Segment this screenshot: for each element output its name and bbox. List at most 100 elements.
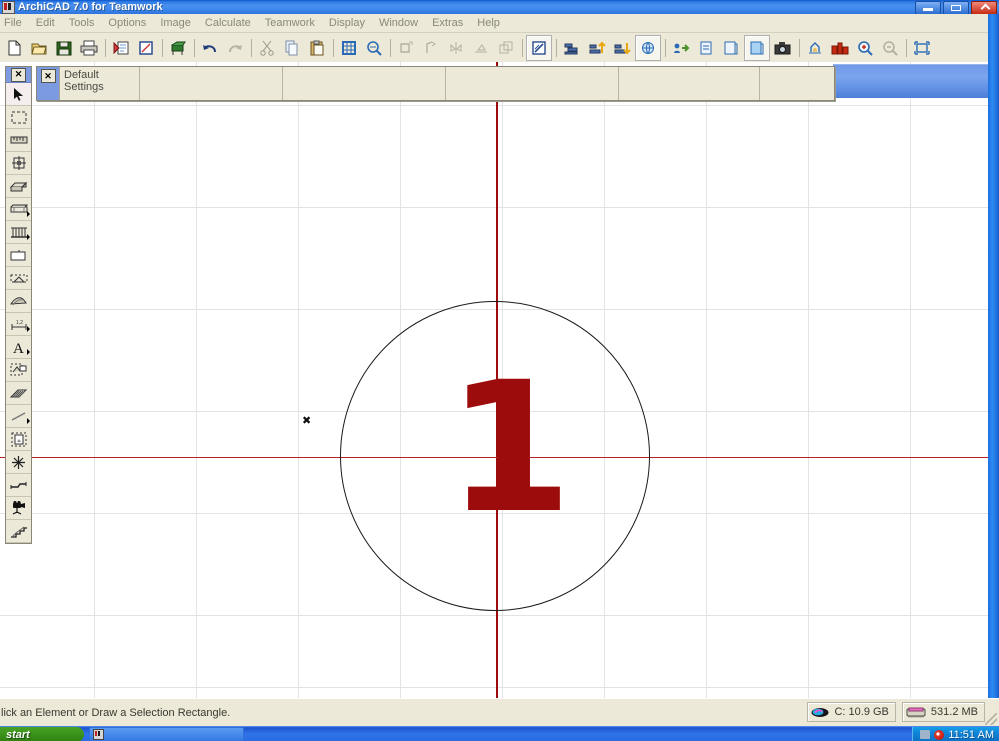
menu-window[interactable]: Window: [372, 16, 425, 30]
tool-fill[interactable]: [6, 382, 31, 405]
toolbar-separator: [191, 38, 198, 58]
camera-icon[interactable]: [771, 36, 795, 60]
tool-beam[interactable]: [6, 198, 31, 221]
tool-mesh[interactable]: [6, 290, 31, 313]
elevate-icon[interactable]: [469, 36, 493, 60]
tool-roof[interactable]: [6, 267, 31, 290]
tool-line[interactable]: [6, 405, 31, 428]
redo-icon[interactable]: [223, 36, 247, 60]
infobox-close-button[interactable]: ✕: [40, 69, 56, 83]
infobox-field-1[interactable]: [140, 67, 283, 100]
info-box-palette: ✕ Default Settings: [36, 66, 835, 101]
tool-marquee[interactable]: [6, 106, 31, 129]
tool-slab[interactable]: [6, 244, 31, 267]
minimize-button[interactable]: [915, 1, 941, 15]
toolbox-close-button[interactable]: ✕: [11, 67, 26, 82]
tool-text[interactable]: A: [6, 336, 31, 359]
menu-file[interactable]: File: [0, 16, 29, 30]
ghost-story-icon[interactable]: [803, 36, 827, 60]
fit-window-icon[interactable]: [910, 36, 934, 60]
edit-mode-icon[interactable]: [526, 34, 552, 61]
grid-line-vertical: [706, 62, 707, 698]
mirror-icon[interactable]: [444, 36, 468, 60]
menu-teamwork[interactable]: Teamwork: [258, 16, 322, 30]
tool-stair[interactable]: [6, 520, 31, 543]
paste-icon[interactable]: [305, 36, 329, 60]
tool-flyout-arrow[interactable]: [27, 349, 30, 355]
story-down-icon[interactable]: [610, 36, 634, 60]
zoom-out-icon[interactable]: [878, 36, 902, 60]
taskbar-clock[interactable]: 11:51 AM: [948, 729, 994, 741]
print-icon[interactable]: [77, 36, 101, 60]
tool-column[interactable]: [6, 221, 31, 244]
new-file-icon[interactable]: [2, 36, 26, 60]
menu-extras[interactable]: Extras: [425, 16, 470, 30]
menu-edit[interactable]: Edit: [29, 16, 62, 30]
plot-setup-icon[interactable]: [166, 36, 190, 60]
menu-display[interactable]: Display: [322, 16, 372, 30]
grid-line-horizontal: [0, 687, 988, 688]
grid-snap-icon[interactable]: [337, 36, 361, 60]
maximize-button[interactable]: [943, 1, 969, 15]
menu-bar: File Edit Tools Options Image Calculate …: [0, 14, 999, 33]
save-file-icon[interactable]: [52, 36, 76, 60]
tool-camera[interactable]: [6, 497, 31, 520]
tool-flyout-arrow[interactable]: [27, 326, 30, 332]
rotate-icon[interactable]: [419, 36, 443, 60]
taskbar-item-archicad[interactable]: [89, 727, 244, 741]
close-button[interactable]: [971, 1, 997, 15]
infobox-field-3[interactable]: [446, 67, 619, 100]
story-up-icon[interactable]: [585, 36, 609, 60]
cut-icon[interactable]: [255, 36, 279, 60]
globe-project-icon[interactable]: [635, 34, 661, 61]
antivirus-icon[interactable]: [934, 729, 945, 740]
print-preview-icon[interactable]: [134, 36, 158, 60]
start-button[interactable]: start: [0, 727, 84, 741]
tool-flyout-arrow[interactable]: [27, 211, 30, 217]
toolbar-separator: [387, 38, 394, 58]
layer-copy-icon[interactable]: [719, 36, 743, 60]
tool-figure[interactable]: [6, 428, 31, 451]
zone-number-label: 1: [447, 344, 573, 553]
drag-copy-icon[interactable]: [394, 36, 418, 60]
infobox-field-4[interactable]: [619, 67, 760, 100]
tool-hotspot-star[interactable]: [6, 451, 31, 474]
city-3d-icon[interactable]: [828, 36, 852, 60]
multiply-icon[interactable]: [494, 36, 518, 60]
teamwork-send-icon[interactable]: [669, 36, 693, 60]
menu-options[interactable]: Options: [101, 16, 153, 30]
tool-label[interactable]: [6, 359, 31, 382]
infobox-field-2[interactable]: [283, 67, 446, 100]
toolbar-separator: [102, 38, 109, 58]
tool-dimension[interactable]: 1,2: [6, 313, 31, 336]
resize-grip[interactable]: [985, 713, 997, 725]
menu-calculate[interactable]: Calculate: [198, 16, 258, 30]
infobox-field-5[interactable]: [760, 67, 845, 100]
drawing-canvas[interactable]: 1 ✖: [0, 62, 988, 698]
tool-section-elevation[interactable]: [6, 474, 31, 497]
toolbar-separator: [553, 38, 560, 58]
tool-hotspot[interactable]: [6, 152, 31, 175]
story-settings-icon[interactable]: [560, 36, 584, 60]
network-icon[interactable]: [920, 730, 931, 739]
infobox-header: ✕: [37, 67, 60, 100]
undo-icon[interactable]: [198, 36, 222, 60]
tool-tape-measure[interactable]: [6, 129, 31, 152]
menu-image[interactable]: Image: [153, 16, 198, 30]
layer-paste-icon[interactable]: [744, 34, 770, 61]
page-setup-icon[interactable]: [109, 36, 133, 60]
open-file-icon[interactable]: [27, 36, 51, 60]
memory-icon: [906, 707, 926, 717]
tool-flyout-arrow[interactable]: [27, 418, 30, 424]
tool-arrow-select[interactable]: [6, 83, 31, 106]
copy-icon[interactable]: [280, 36, 304, 60]
tool-wall[interactable]: [6, 175, 31, 198]
tool-flyout-arrow[interactable]: [27, 234, 30, 240]
zoom-detail-icon[interactable]: [362, 36, 386, 60]
toolbar-separator: [248, 38, 255, 58]
menu-help[interactable]: Help: [470, 16, 507, 30]
menu-tools[interactable]: Tools: [62, 16, 102, 30]
zoom-in-icon[interactable]: [853, 36, 877, 60]
teamwork-receive-icon[interactable]: [694, 36, 718, 60]
system-tray: 11:51 AM: [912, 727, 999, 741]
